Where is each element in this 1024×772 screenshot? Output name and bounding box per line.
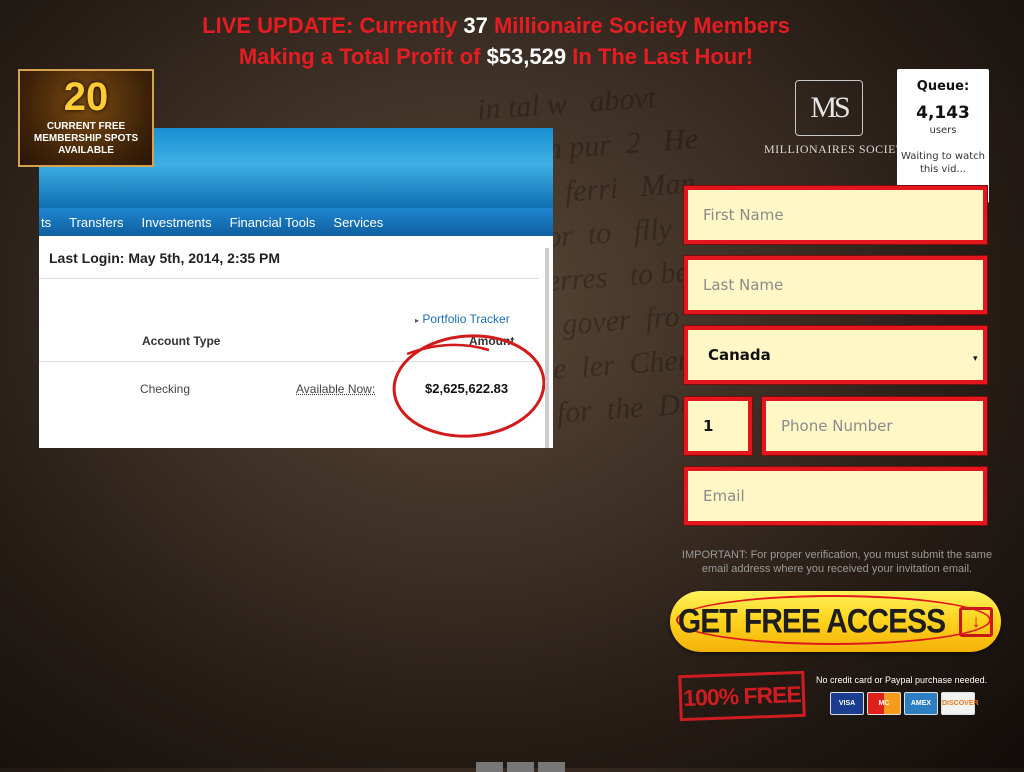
email-input[interactable]	[684, 467, 987, 525]
free-stamp: 100% FREE	[678, 670, 806, 722]
payment-cards: VISA MC AMEX DISCOVER	[830, 692, 979, 715]
partial-icon	[538, 762, 565, 772]
cta-label: GET FREE ACCESS	[677, 601, 946, 640]
get-free-access-button[interactable]: GET FREE ACCESS ↓	[670, 591, 1001, 652]
headline-line2-prefix: Making a Total Profit of	[238, 44, 481, 69]
headline-line1-prefix: LIVE UPDATE: Currently	[202, 13, 458, 38]
logo-name: MILLIONAIRES SOCIETY	[764, 142, 913, 156]
country-select[interactable]: Canada	[684, 326, 987, 384]
bottom-partial-icons	[476, 762, 565, 772]
dropdown-arrow-icon[interactable]: ▾	[973, 353, 978, 364]
country-code-value: 1	[703, 417, 714, 435]
partial-icon	[507, 762, 534, 772]
video-scrollbar	[545, 248, 549, 448]
free-spots-badge: 20 CURRENT FREE MEMBERSHIP SPOTS AVAILAB…	[18, 69, 154, 167]
red-circle-annotation	[392, 334, 546, 438]
first-name-input[interactable]	[684, 186, 987, 244]
millionaires-society-logo: MS MILLIONAIRES SOCIETY	[764, 80, 913, 164]
discover-card-icon: DISCOVER	[941, 692, 979, 715]
headline-line1-suffix: Millionaire Society Members	[493, 13, 790, 38]
free-spots-number: 20	[63, 75, 109, 119]
headline-line-2: Making a Total Profit of $53,529 In The …	[0, 41, 992, 72]
headline-line-1: LIVE UPDATE: Currently 37 Millionaire So…	[0, 10, 992, 41]
phone-number-input[interactable]	[762, 397, 987, 455]
video-player[interactable]: ts Transfers Investments Financial Tools…	[39, 128, 553, 448]
queue-waiting-text: Waiting to watch this vid...	[901, 151, 985, 175]
queue-unit: users	[929, 125, 957, 136]
members-count: 37	[463, 13, 488, 38]
logo-mark: MS	[795, 80, 863, 136]
queue-widget: Queue: 4,143 users Waiting to watch this…	[897, 69, 989, 203]
partial-icon	[476, 762, 503, 772]
important-note: IMPORTANT: For proper verification, you …	[681, 549, 993, 575]
visa-card-icon: VISA	[830, 692, 864, 715]
badge-line-3: AVAILABLE	[58, 145, 114, 156]
badge-line-2: MEMBERSHIP SPOTS	[33, 133, 139, 144]
country-value: Canada	[708, 346, 771, 364]
queue-count: 4,143	[916, 103, 970, 123]
headline-line2-suffix: In The Last Hour!	[572, 44, 754, 69]
mastercard-icon: MC	[867, 692, 901, 715]
country-code-field[interactable]: 1	[684, 397, 752, 455]
profit-amount: $53,529	[486, 44, 567, 69]
amex-card-icon: AMEX	[904, 692, 938, 715]
queue-title: Queue:	[916, 79, 970, 94]
last-name-input[interactable]	[684, 256, 987, 314]
badge-line-1: CURRENT FREE	[46, 121, 126, 132]
live-update-headline: LIVE UPDATE: Currently 37 Millionaire So…	[0, 10, 992, 72]
no-credit-card-text: No credit card or Paypal purchase needed…	[816, 675, 988, 685]
